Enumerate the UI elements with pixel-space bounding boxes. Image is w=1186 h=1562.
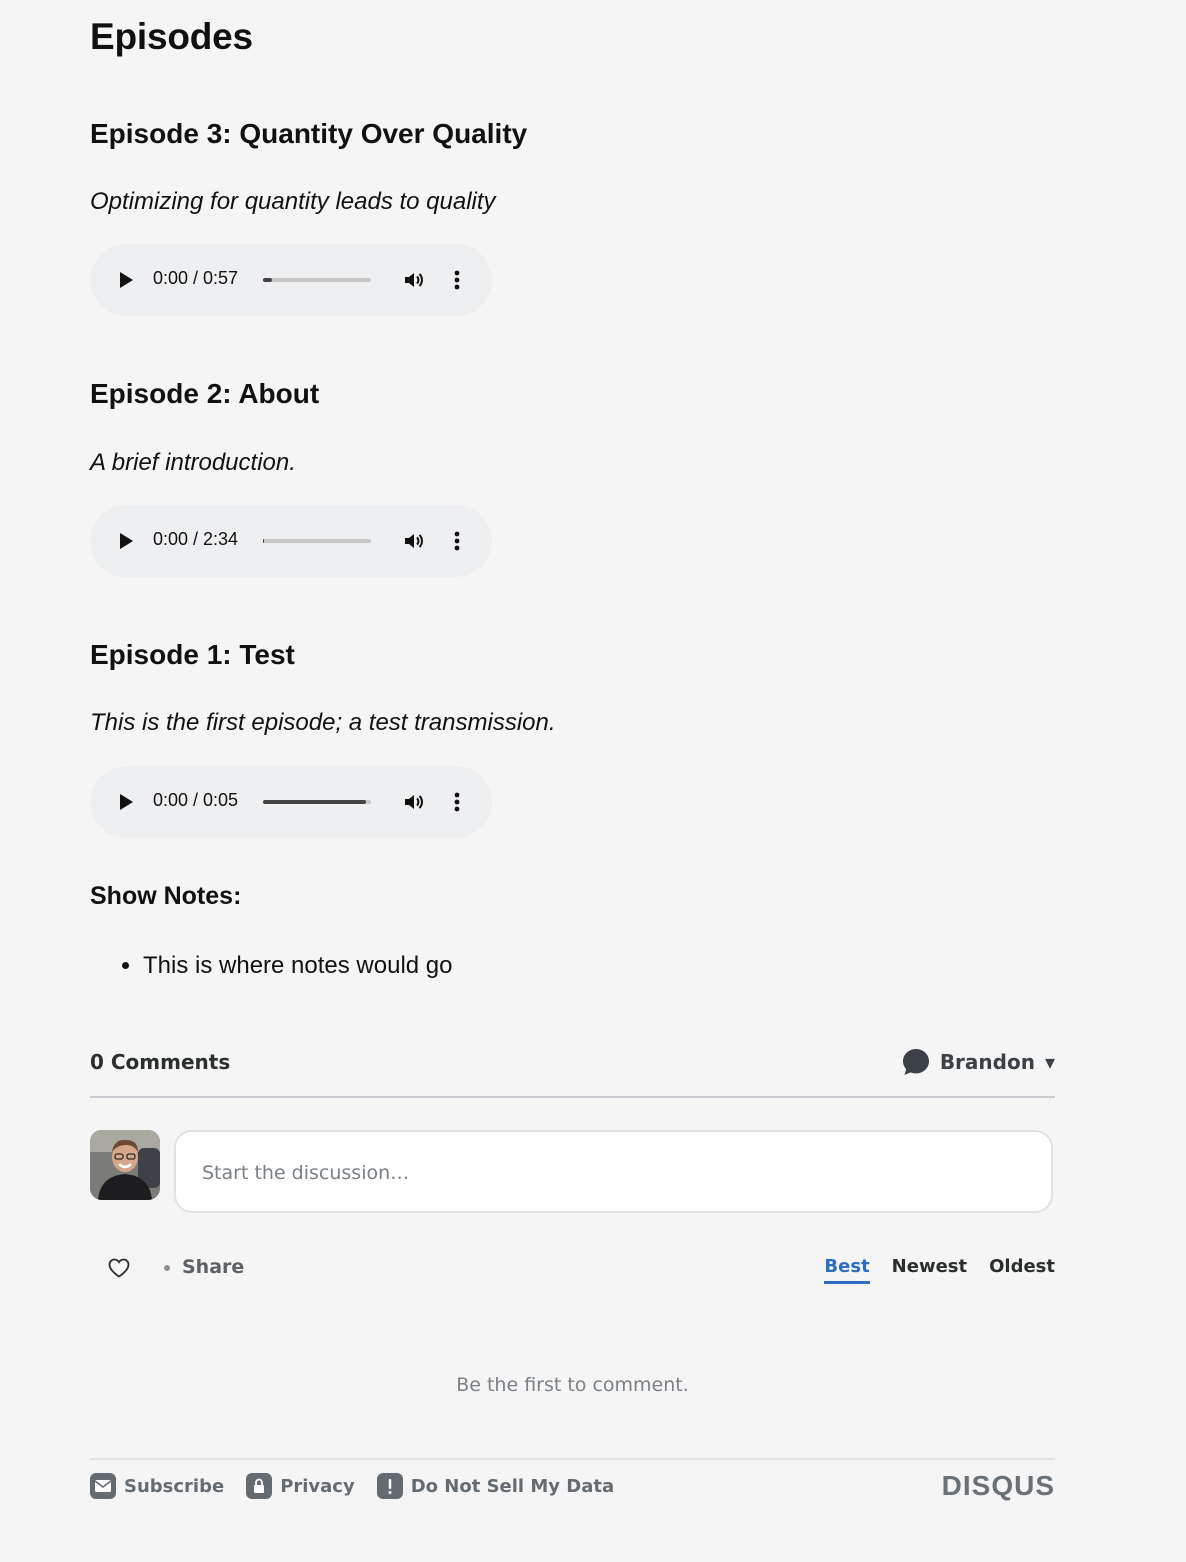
privacy-label: Privacy: [280, 1475, 355, 1497]
tab-best[interactable]: Best: [824, 1256, 870, 1284]
play-icon[interactable]: [120, 794, 133, 810]
empty-comments-message: Be the first to comment.: [456, 1374, 689, 1396]
footer-links: Subscribe Privacy Do Not Sell My Data: [90, 1473, 614, 1499]
audio-time: 0:00 / 0:05: [153, 790, 239, 810]
heart-icon[interactable]: [108, 1258, 130, 1278]
episode-title: Episode 3: Quantity Over Quality: [90, 118, 528, 149]
audio-progress-fill: [263, 800, 366, 804]
volume-icon[interactable]: [402, 529, 426, 553]
audio-player[interactable]: 0:00 / 2:34: [90, 505, 492, 577]
audio-progress-fill: [263, 539, 265, 543]
audio-progress-bar[interactable]: [263, 539, 371, 543]
comment-placeholder: Start the discussion…: [202, 1162, 410, 1184]
lock-icon: [246, 1473, 273, 1499]
comment-count: 0 Comments: [90, 1050, 231, 1074]
divider: [90, 1096, 1055, 1098]
sort-tabs: Best Newest Oldest: [824, 1256, 1055, 1284]
privacy-link[interactable]: Privacy: [246, 1473, 355, 1499]
subscribe-label: Subscribe: [124, 1475, 225, 1497]
audio-player[interactable]: 0:00 / 0:57: [90, 244, 492, 316]
do-not-sell-label: Do Not Sell My Data: [410, 1475, 615, 1497]
envelope-icon: [90, 1473, 116, 1499]
do-not-sell-link[interactable]: Do Not Sell My Data: [376, 1473, 615, 1499]
tab-oldest[interactable]: Oldest: [989, 1256, 1055, 1284]
episode-description: Optimizing for quantity leads to quality: [90, 188, 496, 215]
chat-bubble-icon: [902, 1049, 929, 1075]
episode-description: This is the first episode; a test transm…: [90, 709, 556, 736]
volume-icon[interactable]: [402, 790, 426, 814]
play-icon[interactable]: [120, 533, 133, 549]
share-button[interactable]: Share: [164, 1256, 244, 1278]
audio-progress-bar[interactable]: [263, 800, 371, 804]
disqus-logo[interactable]: DISQUS: [942, 1470, 1055, 1502]
subscribe-link[interactable]: Subscribe: [90, 1473, 224, 1499]
audio-time: 0:00 / 2:34: [153, 529, 239, 549]
user-name: Brandon: [939, 1050, 1035, 1074]
episode-title: Episode 2: About: [90, 378, 320, 409]
more-options-icon[interactable]: [448, 529, 466, 553]
tab-newest[interactable]: Newest: [892, 1256, 967, 1284]
more-options-icon[interactable]: [448, 268, 466, 292]
play-icon[interactable]: [120, 272, 133, 288]
list-item: This is where notes would go: [143, 946, 453, 986]
page-title: Episodes: [90, 16, 253, 57]
show-notes-heading: Show Notes:: [90, 882, 242, 910]
exclamation-icon: [376, 1473, 403, 1499]
show-notes-list: This is where notes would go: [90, 946, 453, 986]
avatar: [90, 1130, 160, 1200]
audio-time: 0:00 / 0:57: [153, 268, 239, 288]
chevron-down-icon: ▾: [1044, 1050, 1055, 1074]
user-photo: [90, 1130, 160, 1200]
episode-title: Episode 1: Test: [90, 639, 295, 670]
audio-player[interactable]: 0:00 / 0:05: [90, 766, 492, 838]
more-options-icon[interactable]: [448, 790, 466, 814]
divider: [90, 1458, 1055, 1460]
audio-progress-fill: [263, 278, 272, 282]
comment-input[interactable]: Start the discussion…: [174, 1130, 1053, 1213]
user-menu[interactable]: Brandon ▾: [902, 1048, 1055, 1076]
episode-description: A brief introduction.: [90, 449, 296, 476]
audio-progress-bar[interactable]: [263, 278, 371, 282]
volume-icon[interactable]: [402, 268, 426, 292]
